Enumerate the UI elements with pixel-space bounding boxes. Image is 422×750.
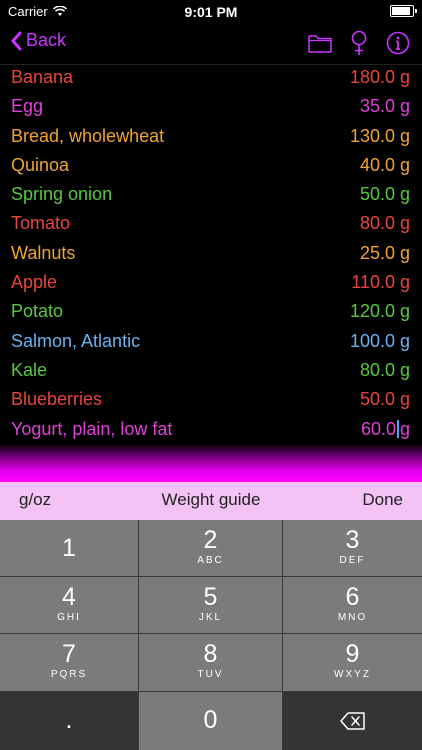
key-letters: TUV — [197, 669, 224, 680]
food-weight[interactable]: 35.0 g — [360, 96, 410, 117]
key-5[interactable]: 5 JKL — [139, 577, 282, 633]
key-letters: MNO — [337, 612, 368, 623]
key-digit: 4 — [62, 583, 76, 611]
weight-unit: g — [399, 418, 410, 439]
back-button[interactable]: Back — [10, 30, 66, 51]
key-digit: 0 — [203, 706, 218, 734]
key-letters: JKL — [198, 612, 223, 623]
nav-bar: Back — [0, 24, 422, 64]
food-name: Walnuts — [11, 242, 76, 263]
key-6[interactable]: 6 MNO — [283, 577, 422, 633]
key-digit: 5 — [203, 583, 218, 611]
food-weight[interactable]: 130.0 g — [350, 126, 410, 147]
food-name: Kale — [11, 359, 48, 380]
list-item[interactable]: Kale 80.0 g — [0, 357, 422, 386]
back-label: Back — [26, 30, 67, 50]
key-0[interactable]: 0 — [139, 692, 282, 750]
list-item[interactable]: Quinoa 40.0 g — [0, 152, 422, 181]
key-digit: 7 — [62, 640, 76, 668]
key-2[interactable]: 2 ABC — [139, 520, 282, 576]
food-name: Egg — [11, 96, 44, 117]
backspace-icon — [339, 712, 365, 730]
weight-input[interactable]: 60.0 g — [361, 419, 410, 440]
food-name: Bread, wholewheat — [11, 125, 165, 146]
key-letters: ABC — [197, 555, 224, 566]
list-item[interactable]: Tomato 80.0 g — [0, 210, 422, 239]
key-4[interactable]: 4 GHI — [0, 577, 138, 633]
key-digit: . — [65, 706, 73, 734]
food-name: Banana — [11, 67, 74, 87]
food-weight[interactable]: 110.0 g — [351, 272, 410, 293]
info-icon[interactable] — [386, 31, 410, 55]
food-name: Apple — [11, 272, 58, 293]
list-item[interactable]: Blueberries 50.0 g — [0, 386, 422, 415]
list-item-editing[interactable]: Yogurt, plain, low fat 60.0 g — [0, 416, 422, 445]
food-weight[interactable]: 50.0 g — [360, 389, 410, 410]
status-time: 9:01 PM — [184, 4, 238, 20]
food-name: Quinoa — [11, 154, 70, 175]
food-list: Banana 180.0 g Egg 35.0 g Bread, wholewh… — [0, 64, 422, 445]
weight-guide-button[interactable]: Weight guide — [0, 490, 422, 510]
key-digit: 1 — [62, 534, 76, 562]
food-name: Yogurt, plain, low fat — [11, 418, 173, 439]
key-decimal[interactable]: . — [0, 692, 138, 750]
key-3[interactable]: 3 DEF — [283, 520, 422, 576]
food-weight[interactable]: 50.0 g — [360, 184, 410, 205]
food-name: Salmon, Atlantic — [11, 330, 141, 351]
food-name: Potato — [11, 301, 64, 322]
food-weight[interactable]: 100.0 g — [350, 331, 410, 352]
numeric-keypad: 1 2 ABC 3 DEF 4 GHI 5 JKL 6 MNO 7 PQRS 8… — [0, 520, 422, 750]
list-item[interactable]: Salmon, Atlantic 100.0 g — [0, 328, 422, 357]
battery-icon — [390, 5, 417, 17]
key-digit: 3 — [345, 526, 360, 554]
chevron-left-icon — [11, 31, 22, 50]
accent-gradient — [0, 444, 422, 482]
food-weight[interactable]: 80.0 g — [360, 360, 410, 381]
key-1[interactable]: 1 — [0, 520, 138, 576]
key-8[interactable]: 8 TUV — [139, 634, 282, 691]
list-item[interactable]: Walnuts 25.0 g — [0, 240, 422, 269]
keyboard-toolbar: g/oz Weight guide Done — [0, 482, 422, 520]
key-digit: 9 — [345, 640, 360, 668]
key-7[interactable]: 7 PQRS — [0, 634, 138, 691]
list-item[interactable]: Apple 110.0 g — [0, 269, 422, 298]
key-letters: WXYZ — [334, 669, 371, 680]
food-name: Blueberries — [11, 389, 103, 410]
text-cursor — [396, 419, 399, 438]
status-bar: Carrier 9:01 PM — [0, 0, 422, 24]
food-weight[interactable]: 40.0 g — [360, 155, 410, 176]
list-item[interactable]: Egg 35.0 g — [0, 93, 422, 122]
key-letters: DEF — [339, 555, 366, 566]
key-digit: 8 — [203, 640, 218, 668]
female-symbol-icon[interactable] — [350, 30, 368, 56]
done-button[interactable]: Done — [362, 490, 403, 510]
list-item[interactable]: Bread, wholewheat 130.0 g — [0, 123, 422, 152]
list-item[interactable]: Spring onion 50.0 g — [0, 181, 422, 210]
key-letters: GHI — [57, 612, 81, 623]
folder-icon[interactable] — [308, 33, 332, 53]
list-item[interactable]: Potato 120.0 g — [0, 298, 422, 327]
key-digit: 2 — [203, 526, 218, 554]
food-weight[interactable]: 180.0 g — [350, 67, 410, 88]
food-weight[interactable]: 80.0 g — [360, 213, 410, 234]
nav-actions — [308, 30, 410, 56]
key-9[interactable]: 9 WXYZ — [283, 634, 422, 691]
key-digit: 6 — [345, 583, 360, 611]
food-weight[interactable]: 25.0 g — [360, 243, 410, 264]
food-weight[interactable]: 120.0 g — [350, 301, 410, 322]
key-letters: PQRS — [50, 669, 88, 680]
weight-value: 60.0 — [360, 418, 396, 439]
food-name: Spring onion — [11, 184, 113, 205]
food-name: Tomato — [11, 213, 71, 234]
key-backspace[interactable] — [283, 692, 422, 750]
list-item[interactable]: Banana 180.0 g — [0, 64, 422, 93]
